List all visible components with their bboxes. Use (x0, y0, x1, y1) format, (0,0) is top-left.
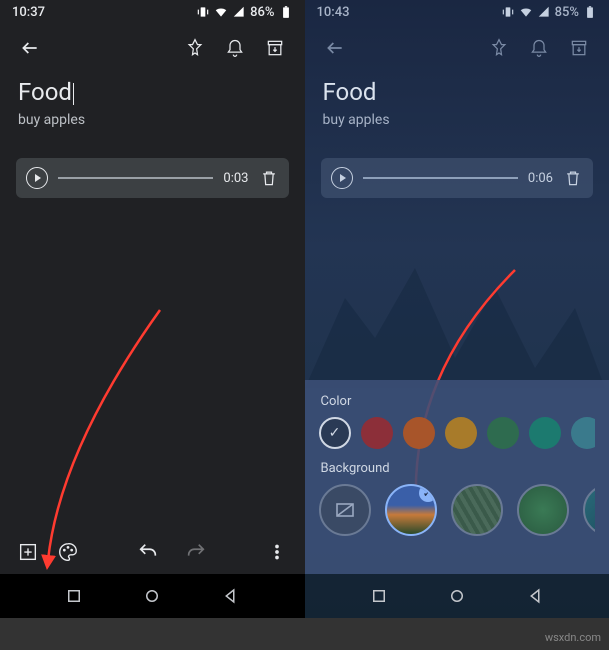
nav-recent[interactable] (65, 587, 83, 605)
nav-recent[interactable] (370, 587, 388, 605)
clock: 10:43 (317, 5, 350, 20)
nav-bar (0, 574, 305, 618)
battery-icon (583, 5, 597, 19)
wifi-icon (519, 5, 533, 19)
nav-home[interactable] (448, 587, 466, 605)
color-swatch-teal[interactable] (529, 417, 561, 449)
note-body[interactable]: buy apples (323, 112, 592, 128)
color-label: Color (321, 394, 596, 409)
status-bar: 10:37 86% (0, 0, 305, 24)
bottom-toolbar (0, 530, 305, 574)
text-cursor (73, 83, 74, 105)
battery-text: 85% (555, 5, 579, 20)
archive-button[interactable] (559, 28, 599, 68)
status-bar: 10:43 85% (305, 0, 609, 24)
color-swatch-orange[interactable] (403, 417, 435, 449)
redo-button[interactable] (176, 532, 216, 572)
archive-button[interactable] (255, 28, 295, 68)
phone-right: 10:43 85% Food (305, 0, 609, 618)
delete-audio-button[interactable] (563, 168, 583, 188)
phone-left: 10:37 86% (0, 0, 305, 618)
play-button[interactable] (26, 167, 48, 189)
audio-duration: 0:03 (223, 171, 248, 186)
audio-player: 0:06 (321, 158, 594, 198)
pin-button[interactable] (479, 28, 519, 68)
audio-track[interactable] (363, 177, 518, 179)
bg-none[interactable] (319, 484, 371, 536)
background-picker: Color Background ✓ (305, 380, 609, 574)
back-button[interactable] (315, 28, 355, 68)
color-swatch-none[interactable] (319, 417, 351, 449)
background-thumb-row: ✓ (319, 484, 596, 536)
bg-pattern-teal[interactable] (583, 484, 596, 536)
status-icons: 85% (501, 5, 597, 20)
back-button[interactable] (10, 28, 50, 68)
note-content: Food buy apples (305, 72, 609, 134)
reminder-button[interactable] (215, 28, 255, 68)
nav-bar (305, 574, 609, 618)
nav-home[interactable] (143, 587, 161, 605)
background-label: Background (321, 461, 596, 476)
nav-back[interactable] (526, 587, 544, 605)
play-button[interactable] (331, 167, 353, 189)
audio-duration: 0:06 (528, 171, 553, 186)
check-icon: ✓ (419, 484, 437, 502)
color-swatch-green[interactable] (487, 417, 519, 449)
vibrate-icon (196, 5, 210, 19)
bg-pattern-stripes[interactable] (451, 484, 503, 536)
color-swatch-yellow[interactable] (445, 417, 477, 449)
audio-player: 0:03 (16, 158, 289, 198)
note-title[interactable]: Food (323, 78, 592, 106)
undo-button[interactable] (128, 532, 168, 572)
vibrate-icon (501, 5, 515, 19)
top-actions (0, 24, 305, 72)
note-title[interactable]: Food (18, 78, 287, 106)
top-actions (305, 24, 609, 72)
reminder-button[interactable] (519, 28, 559, 68)
color-swatch-red[interactable] (361, 417, 393, 449)
color-swatch-cyan[interactable] (571, 417, 596, 449)
nav-back[interactable] (221, 587, 239, 605)
more-button[interactable] (257, 532, 297, 572)
pin-button[interactable] (175, 28, 215, 68)
wifi-icon (214, 5, 228, 19)
clock: 10:37 (12, 5, 45, 20)
palette-button[interactable] (48, 532, 88, 572)
signal-icon (537, 5, 551, 19)
delete-audio-button[interactable] (259, 168, 279, 188)
battery-text: 86% (250, 5, 274, 20)
audio-track[interactable] (58, 177, 213, 179)
background-art (305, 238, 605, 388)
battery-icon (279, 5, 293, 19)
watermark: wsxdn.com (545, 631, 601, 644)
note-body[interactable]: buy apples (18, 112, 287, 128)
color-swatch-row (319, 417, 596, 449)
status-icons: 86% (196, 5, 292, 20)
signal-icon (232, 5, 246, 19)
bg-pattern-green[interactable] (517, 484, 569, 536)
note-content: Food buy apples (0, 72, 305, 134)
add-button[interactable] (8, 532, 48, 572)
bg-landscape[interactable]: ✓ (385, 484, 437, 536)
